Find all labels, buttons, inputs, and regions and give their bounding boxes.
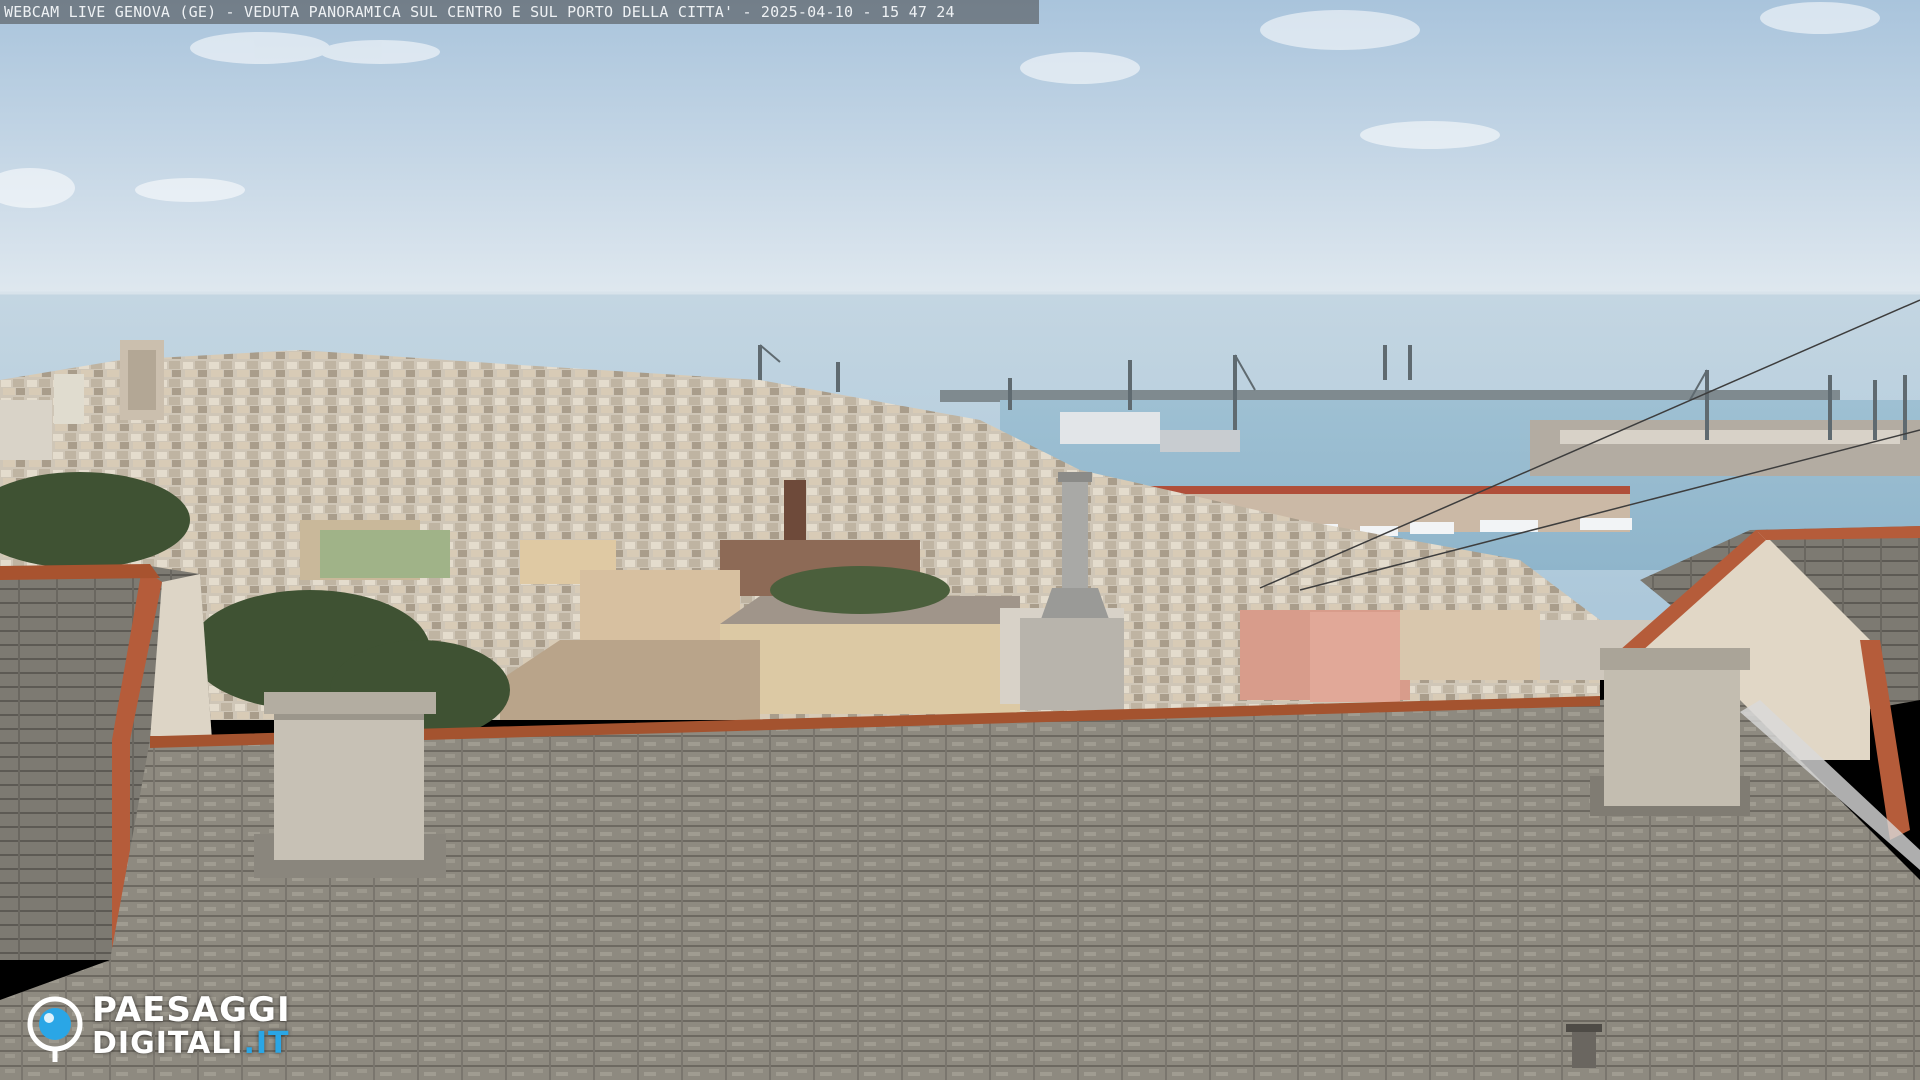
logo-brand-accent: .IT [243,1026,290,1061]
chimney-right [1590,648,1750,816]
webcam-scene [0,0,1920,1080]
paesaggi-digitali-logo: PAESAGGI DIGITALI.IT [26,992,336,1064]
logo-text: PAESAGGI DIGITALI.IT [92,992,291,1060]
logo-brand-line1: PAESAGGI [92,990,291,1030]
logo-brand-main: DIGITALI [92,1026,244,1061]
chimney-left [254,692,446,878]
webcam-caption: WEBCAM LIVE GENOVA (GE) - VEDUTA PANORAM… [0,0,1039,24]
camera-lens-icon [27,996,83,1062]
logo-brand-line2: DIGITALI.IT [92,1028,291,1060]
